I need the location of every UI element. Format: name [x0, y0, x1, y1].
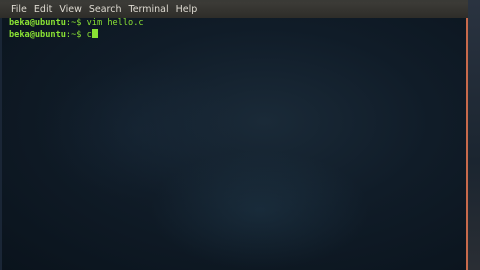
menu-edit[interactable]: Edit: [34, 2, 52, 18]
terminal-line-current[interactable]: beka@ubuntu:~$ c: [9, 29, 466, 40]
desktop-background-strip: [468, 0, 480, 270]
prompt-path: :~$: [65, 18, 82, 28]
terminal-line: beka@ubuntu:~$ vim hello.c: [9, 18, 466, 29]
command-input-text[interactable]: c: [81, 30, 92, 40]
menu-search[interactable]: Search: [89, 2, 122, 18]
command-text: vim hello.c: [81, 18, 144, 28]
screen: File Edit View Search Terminal Help beka…: [0, 0, 480, 270]
menu-terminal[interactable]: Terminal: [129, 2, 169, 18]
menu-file[interactable]: File: [11, 2, 27, 18]
terminal-output-area[interactable]: beka@ubuntu:~$ vim hello.c beka@ubuntu:~…: [0, 18, 466, 270]
menu-view[interactable]: View: [59, 2, 82, 18]
prompt-user-host: beka@ubuntu: [9, 30, 66, 40]
prompt-user-host: beka@ubuntu: [9, 18, 66, 28]
menu-help[interactable]: Help: [176, 2, 198, 18]
terminal-menubar: File Edit View Search Terminal Help: [0, 2, 480, 18]
text-cursor: [91, 29, 98, 38]
prompt-path: :~$: [65, 30, 82, 40]
